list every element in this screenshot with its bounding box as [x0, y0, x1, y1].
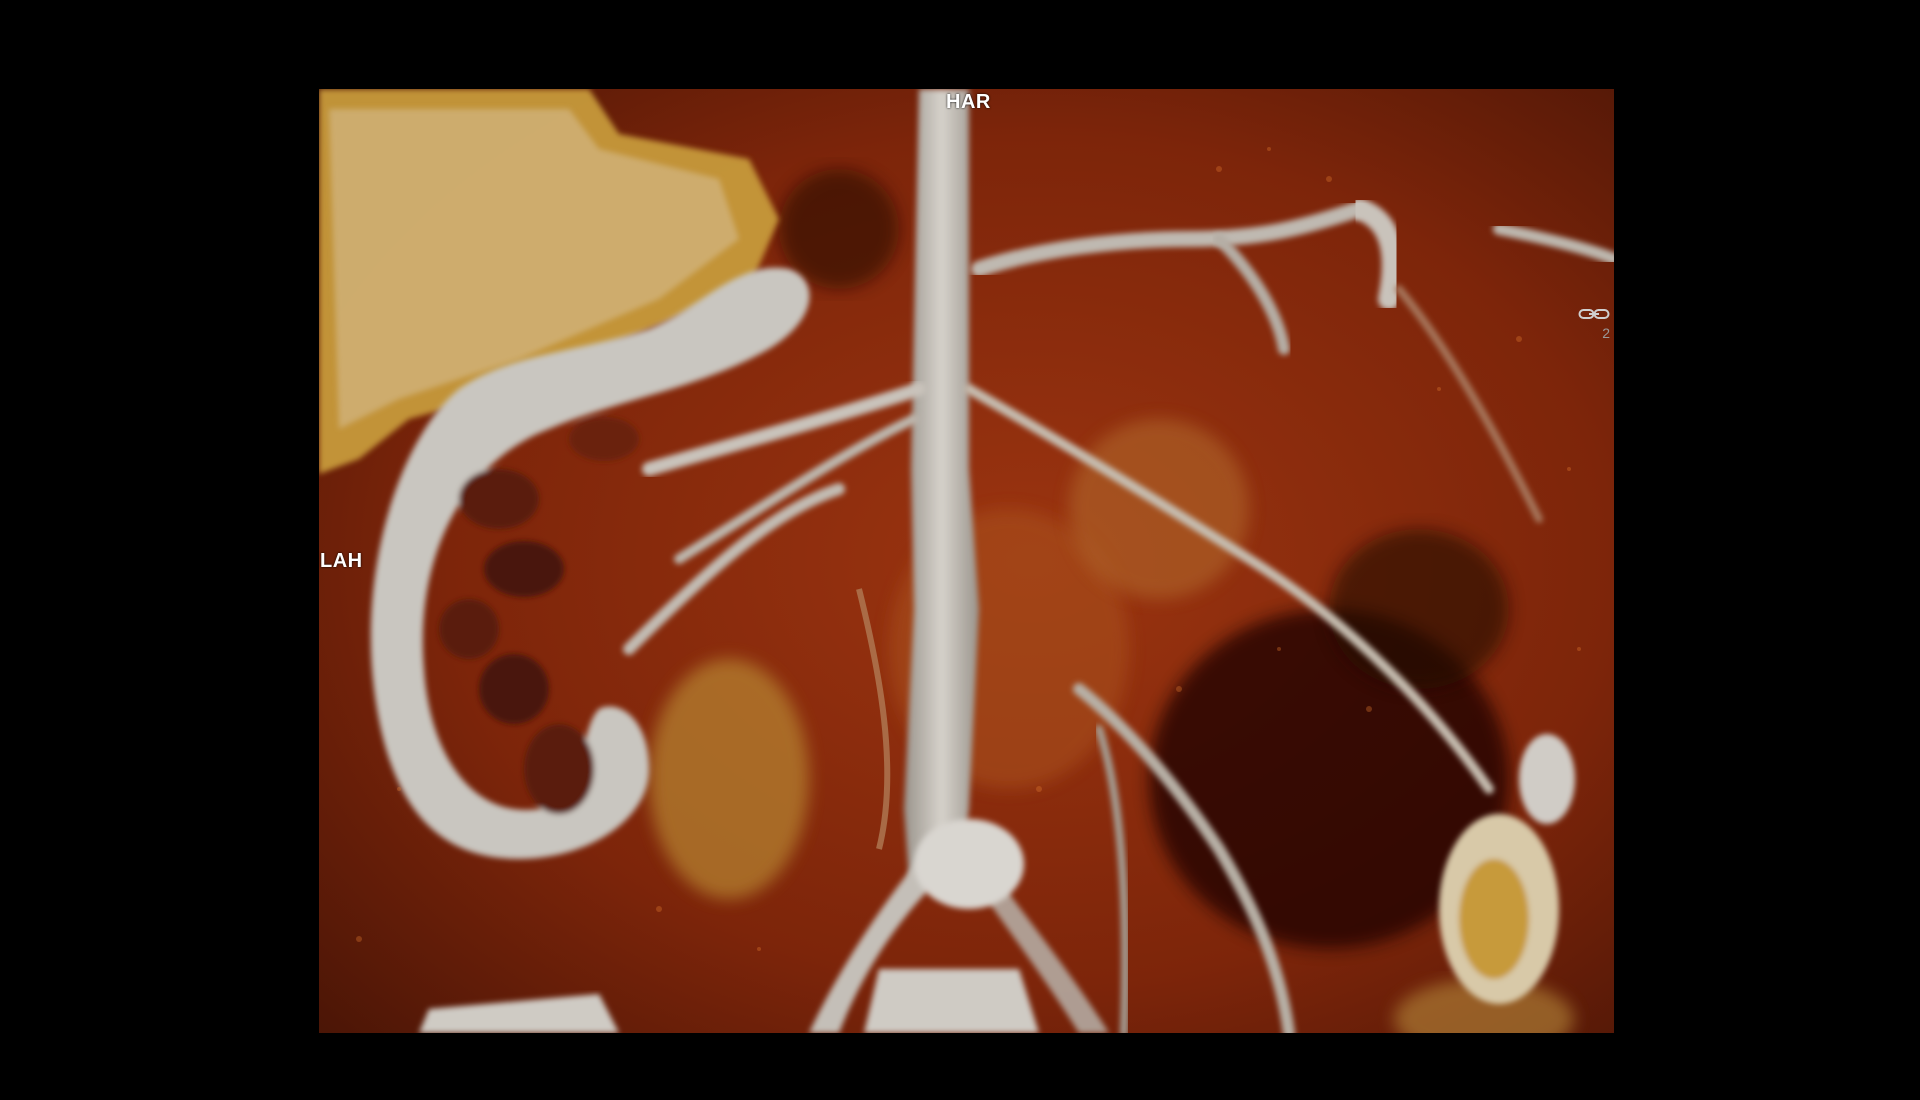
orientation-label-left: LAH	[320, 550, 363, 572]
volume-render-image	[319, 89, 1614, 1033]
link-group-number: 2	[1602, 325, 1610, 341]
volume-render-viewport[interactable]	[319, 89, 1614, 1033]
viewport-link-control[interactable]: 2	[1578, 306, 1612, 346]
link-icon	[1578, 309, 1610, 319]
orientation-label-top: HAR	[946, 91, 991, 113]
